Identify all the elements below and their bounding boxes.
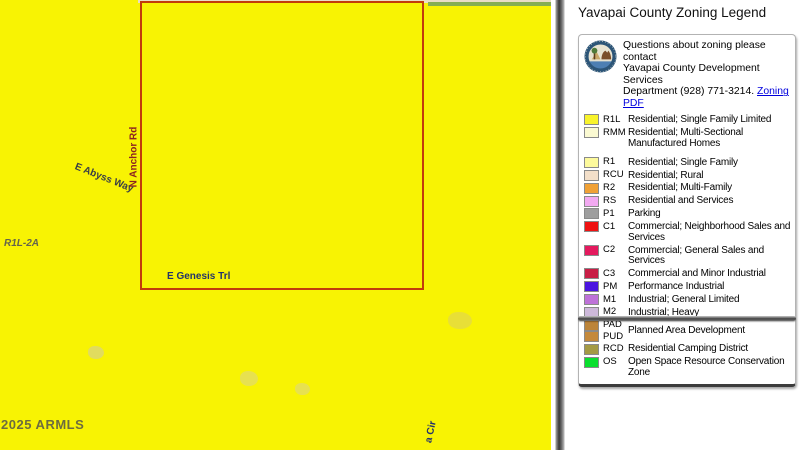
- zone-code-label: R1L-2A: [4, 238, 39, 249]
- street-label-e-genesis-trl: E Genesis Trl: [167, 271, 230, 282]
- zone-code: R1L: [603, 115, 620, 125]
- zone-code: RS: [603, 196, 616, 206]
- legend-entries: R1L Residential; Single Family LimitedRMM…: [584, 115, 791, 379]
- map-building-footprint: [240, 371, 258, 386]
- zone-description: Residential; Rural: [628, 170, 791, 181]
- next-panel-top-edge: [578, 316, 796, 321]
- zone-description: Commercial; Neighborhood Sales and Servi…: [628, 222, 791, 244]
- legend-entry: RCU Residential; Rural: [584, 170, 791, 181]
- zone-code: R1: [603, 157, 615, 167]
- zone-description: Residential and Services: [628, 196, 791, 207]
- zone-code: M1: [603, 295, 616, 305]
- zone-color-swatch: [584, 281, 599, 292]
- zone-code: R2: [603, 183, 615, 193]
- zone-code: OS: [603, 357, 617, 367]
- zone-code: PM: [603, 282, 617, 292]
- zone-description: Parking: [628, 209, 791, 220]
- zone-description: Commercial and Minor Industrial: [628, 269, 791, 280]
- zone-code: PUD: [603, 332, 623, 342]
- legend-entry: RMMResidential; Multi-Sectional Manufact…: [584, 127, 791, 149]
- zone-color-swatch: [584, 294, 599, 305]
- parcel-boundary: [140, 1, 424, 290]
- zone-color-swatch: [584, 331, 599, 342]
- zone-code: RCU: [603, 170, 624, 180]
- legend-entry: PAD PUD Planned Area Development: [584, 320, 791, 342]
- zone-description: Residential; Single Family: [628, 157, 791, 168]
- zone-code: RMM: [603, 128, 626, 138]
- zone-description: Commercial; General Sales and Services: [628, 245, 791, 267]
- contact-line-3: Department (928) 771-3214.: [623, 86, 757, 97]
- legend-entry: R1L Residential; Single Family Limited: [584, 115, 791, 126]
- zone-color-swatch: [584, 196, 599, 207]
- legend-entry: OS Open Space Resource Conservation Zone: [584, 357, 791, 379]
- zone-code: C1: [603, 222, 615, 232]
- legend-title: Yavapai County Zoning Legend: [578, 5, 766, 20]
- zone-description: Residential; Multi-Family: [628, 183, 791, 194]
- legend-entry: PM Performance Industrial: [584, 281, 791, 292]
- zone-color-swatch: [584, 344, 599, 355]
- street-label-cir: a Cir: [423, 420, 438, 444]
- zone-description: Residential; Single Family Limited: [628, 115, 791, 126]
- zone-color-swatch: [584, 320, 599, 331]
- zone-color-swatch: [584, 268, 599, 279]
- zone-description: Industrial; General Limited: [628, 294, 791, 305]
- zone-description: Residential; Multi-Sectional Manufacture…: [628, 127, 791, 149]
- street-label-n-anchor-rd: N Anchor Rd: [129, 127, 140, 188]
- zone-color-swatch: [584, 183, 599, 194]
- street-label-e-abyss-way: E Abyss Way: [73, 161, 135, 194]
- zone-description: Residential Camping District: [628, 344, 791, 355]
- map-green-boundary: [428, 2, 551, 6]
- zoning-map[interactable]: N Anchor Rd E Abyss Way R1L-2A E Genesis…: [0, 0, 551, 450]
- panel-divider: [551, 0, 568, 450]
- contact-line-2: Yavapai County Development Services: [623, 63, 760, 86]
- legend-entry: R2 Residential; Multi-Family: [584, 183, 791, 194]
- legend-entry: C2 Commercial; General Sales and Services: [584, 245, 791, 267]
- zone-color-swatch: [584, 170, 599, 181]
- zone-color-swatch: [584, 208, 599, 219]
- legend-entry: C3 Commercial and Minor Industrial: [584, 269, 791, 280]
- zone-color-swatch: [584, 221, 599, 232]
- copyright-watermark: 2025 ARMLS: [1, 417, 84, 432]
- legend-header: Questions about zoning please contact Ya…: [584, 40, 791, 110]
- zone-code: P1: [603, 209, 615, 219]
- map-building-footprint: [295, 383, 310, 395]
- zone-code: RCD: [603, 344, 624, 354]
- contact-line-1: Questions about zoning please contact: [623, 40, 766, 63]
- legend-panel: Yavapai County Zoning Legend Questions a…: [568, 0, 800, 450]
- zone-color-swatch: [584, 357, 599, 368]
- legend-entry: RCD Residential Camping District: [584, 344, 791, 355]
- zone-color-swatch: [584, 157, 599, 168]
- zone-code: PAD: [603, 320, 622, 330]
- legend-entry: R1 Residential; Single Family: [584, 157, 791, 168]
- legend-entry: P1 Parking: [584, 209, 791, 220]
- legend-entry: RS Residential and Services: [584, 196, 791, 207]
- legend-entry: C1 Commercial; Neighborhood Sales and Ser…: [584, 222, 791, 244]
- legend-entry: M1 Industrial; General Limited: [584, 294, 791, 305]
- legend-contact-text: Questions about zoning please contact Ya…: [623, 40, 791, 110]
- legend-box: Questions about zoning please contact Ya…: [578, 34, 796, 387]
- zone-color-swatch: [584, 114, 599, 125]
- zone-color-swatch: [584, 127, 599, 138]
- zone-code: C2: [603, 245, 615, 255]
- zone-code: C3: [603, 269, 615, 279]
- zone-description: Open Space Resource Conservation Zone: [628, 357, 791, 379]
- zone-description: Performance Industrial: [628, 281, 791, 292]
- zone-color-swatch: [584, 245, 599, 256]
- county-seal-icon: [584, 40, 617, 73]
- zone-description: Planned Area Development: [628, 326, 791, 337]
- map-building-footprint: [448, 312, 472, 329]
- map-building-footprint: [88, 346, 104, 359]
